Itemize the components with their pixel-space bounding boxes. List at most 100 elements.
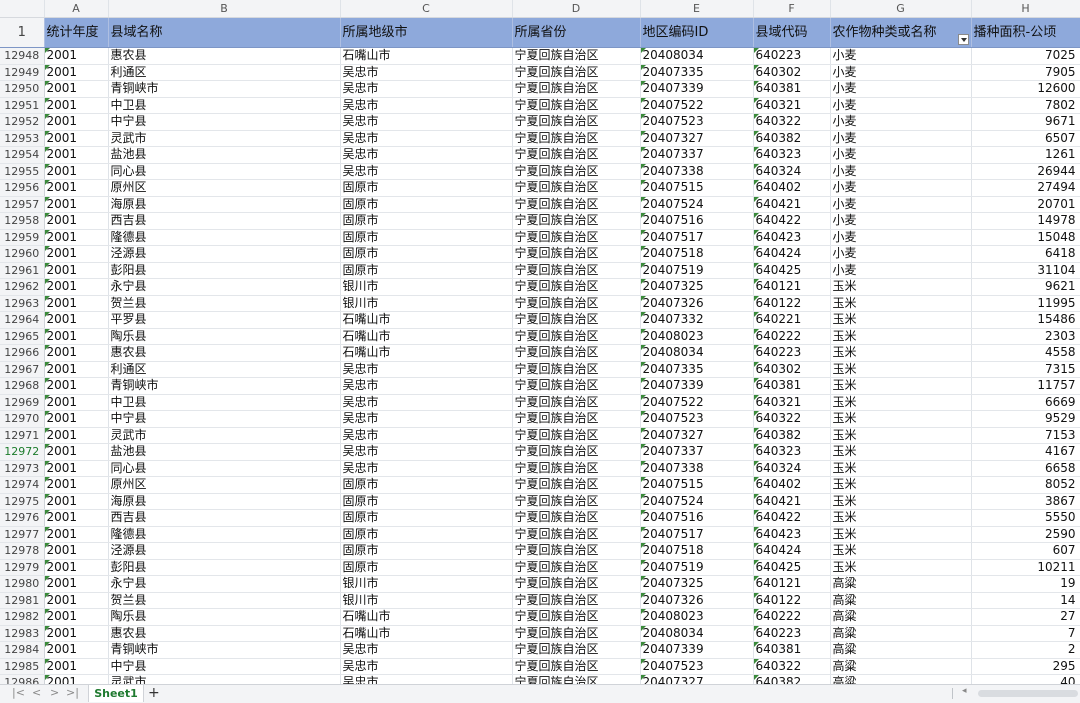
cell-county-code[interactable]: 640424 [753, 542, 831, 560]
cell-prefecture-city[interactable]: 吴忠市 [340, 377, 513, 395]
cell-prefecture-city[interactable]: 吴忠市 [340, 674, 513, 684]
cell-year[interactable]: 2001 [44, 262, 109, 279]
cell-region-code[interactable]: 20407517 [640, 526, 754, 543]
row-number[interactable]: 12971 [0, 427, 45, 444]
cell-county-code[interactable]: 640222 [753, 328, 831, 345]
cell-sown-area[interactable]: 9529 [971, 410, 1080, 428]
row-number[interactable]: 12961 [0, 262, 45, 279]
row-number[interactable]: 12973 [0, 460, 45, 477]
cell-county-name[interactable]: 西吉县 [108, 212, 341, 230]
cell-county-name[interactable]: 青铜峡市 [108, 80, 341, 98]
cell-county-name[interactable]: 永宁县 [108, 575, 341, 593]
cell-region-code[interactable]: 20407523 [640, 410, 754, 428]
cell-county-code[interactable]: 640425 [753, 559, 831, 576]
cell-province[interactable]: 宁夏回族自治区 [512, 146, 641, 164]
row-number[interactable]: 12953 [0, 130, 45, 147]
cell-region-code[interactable]: 20407325 [640, 575, 754, 593]
column-header-d[interactable]: D [512, 0, 641, 18]
cell-region-code[interactable]: 20407515 [640, 476, 754, 494]
cell-region-code[interactable]: 20407519 [640, 262, 754, 279]
cell-sown-area[interactable]: 6669 [971, 394, 1080, 411]
cell-prefecture-city[interactable]: 固原市 [340, 559, 513, 576]
header-cell-county-code[interactable]: 县域代码 [753, 17, 831, 48]
cell-sown-area[interactable]: 15048 [971, 229, 1080, 246]
cell-prefecture-city[interactable]: 固原市 [340, 526, 513, 543]
cell-year[interactable]: 2001 [44, 641, 109, 659]
cell-year[interactable]: 2001 [44, 146, 109, 164]
row-number[interactable]: 12983 [0, 625, 45, 642]
row-number[interactable]: 12976 [0, 509, 45, 527]
column-header-f[interactable]: F [753, 0, 831, 18]
cell-year[interactable]: 2001 [44, 575, 109, 593]
cell-prefecture-city[interactable]: 固原市 [340, 179, 513, 197]
row-number[interactable]: 12981 [0, 592, 45, 609]
next-sheet-nav-icon[interactable]: > [50, 686, 59, 699]
cell-prefecture-city[interactable]: 吴忠市 [340, 163, 513, 180]
cell-county-code[interactable]: 640221 [753, 311, 831, 329]
cell-prefecture-city[interactable]: 吴忠市 [340, 443, 513, 461]
cell-province[interactable]: 宁夏回族自治区 [512, 229, 641, 246]
cell-county-name[interactable]: 海原县 [108, 196, 341, 213]
cell-crop[interactable]: 小麦 [830, 212, 972, 230]
cell-crop[interactable]: 高粱 [830, 625, 972, 642]
cell-county-name[interactable]: 灵武市 [108, 130, 341, 147]
cell-county-code[interactable]: 640421 [753, 196, 831, 213]
cell-county-name[interactable]: 原州区 [108, 179, 341, 197]
cell-year[interactable]: 2001 [44, 526, 109, 543]
cell-province[interactable]: 宁夏回族自治区 [512, 526, 641, 543]
cell-province[interactable]: 宁夏回族自治区 [512, 394, 641, 411]
cell-crop[interactable]: 高粱 [830, 592, 972, 609]
cell-county-name[interactable]: 永宁县 [108, 278, 341, 296]
cell-sown-area[interactable]: 27 [971, 608, 1080, 626]
cell-region-code[interactable]: 20407339 [640, 80, 754, 98]
cell-county-name[interactable]: 隆德县 [108, 526, 341, 543]
cell-county-name[interactable]: 彭阳县 [108, 262, 341, 279]
cell-region-code[interactable]: 20408034 [640, 625, 754, 642]
cell-province[interactable]: 宁夏回族自治区 [512, 460, 641, 477]
header-cell-county-name[interactable]: 县域名称 [108, 17, 341, 48]
cell-prefecture-city[interactable]: 吴忠市 [340, 361, 513, 378]
cell-year[interactable]: 2001 [44, 674, 109, 684]
header-cell-province[interactable]: 所属省份 [512, 17, 641, 48]
cell-province[interactable]: 宁夏回族自治区 [512, 641, 641, 659]
cell-county-code[interactable]: 640322 [753, 113, 831, 131]
cell-prefecture-city[interactable]: 固原市 [340, 262, 513, 279]
cell-province[interactable]: 宁夏回族自治区 [512, 344, 641, 362]
cell-sown-area[interactable]: 14978 [971, 212, 1080, 230]
cell-prefecture-city[interactable]: 石嘴山市 [340, 344, 513, 362]
column-header-b[interactable]: B [108, 0, 341, 18]
cell-prefecture-city[interactable]: 固原市 [340, 509, 513, 527]
cell-province[interactable]: 宁夏回族自治区 [512, 608, 641, 626]
cell-region-code[interactable]: 20407523 [640, 113, 754, 131]
cell-province[interactable]: 宁夏回族自治区 [512, 196, 641, 213]
cell-year[interactable]: 2001 [44, 179, 109, 197]
row-number[interactable]: 12951 [0, 97, 45, 114]
cell-year[interactable]: 2001 [44, 80, 109, 98]
cell-county-name[interactable]: 中卫县 [108, 394, 341, 411]
cell-region-code[interactable]: 20407338 [640, 460, 754, 477]
cell-prefecture-city[interactable]: 石嘴山市 [340, 608, 513, 626]
cell-year[interactable]: 2001 [44, 163, 109, 180]
cell-crop[interactable]: 玉米 [830, 493, 972, 510]
row-number[interactable]: 1 [0, 17, 45, 48]
cell-prefecture-city[interactable]: 吴忠市 [340, 146, 513, 164]
cell-county-code[interactable]: 640122 [753, 592, 831, 609]
header-cell-region-code[interactable]: 地区编码ID [640, 17, 754, 48]
row-number[interactable]: 12949 [0, 64, 45, 81]
row-number[interactable]: 12963 [0, 295, 45, 312]
cell-region-code[interactable]: 20407337 [640, 443, 754, 461]
cell-year[interactable]: 2001 [44, 344, 109, 362]
cell-region-code[interactable]: 20407335 [640, 361, 754, 378]
cell-county-code[interactable]: 640122 [753, 295, 831, 312]
column-header-c[interactable]: C [340, 0, 513, 18]
header-cell-year[interactable]: 统计年度 [44, 17, 109, 48]
cell-province[interactable]: 宁夏回族自治区 [512, 130, 641, 147]
cell-county-name[interactable]: 中宁县 [108, 410, 341, 428]
cell-prefecture-city[interactable]: 吴忠市 [340, 97, 513, 114]
cell-county-name[interactable]: 隆德县 [108, 229, 341, 246]
cell-sown-area[interactable]: 19 [971, 575, 1080, 593]
cell-province[interactable]: 宁夏回族自治区 [512, 80, 641, 98]
cell-province[interactable]: 宁夏回族自治区 [512, 592, 641, 609]
cell-prefecture-city[interactable]: 固原市 [340, 196, 513, 213]
cell-region-code[interactable]: 20407339 [640, 641, 754, 659]
